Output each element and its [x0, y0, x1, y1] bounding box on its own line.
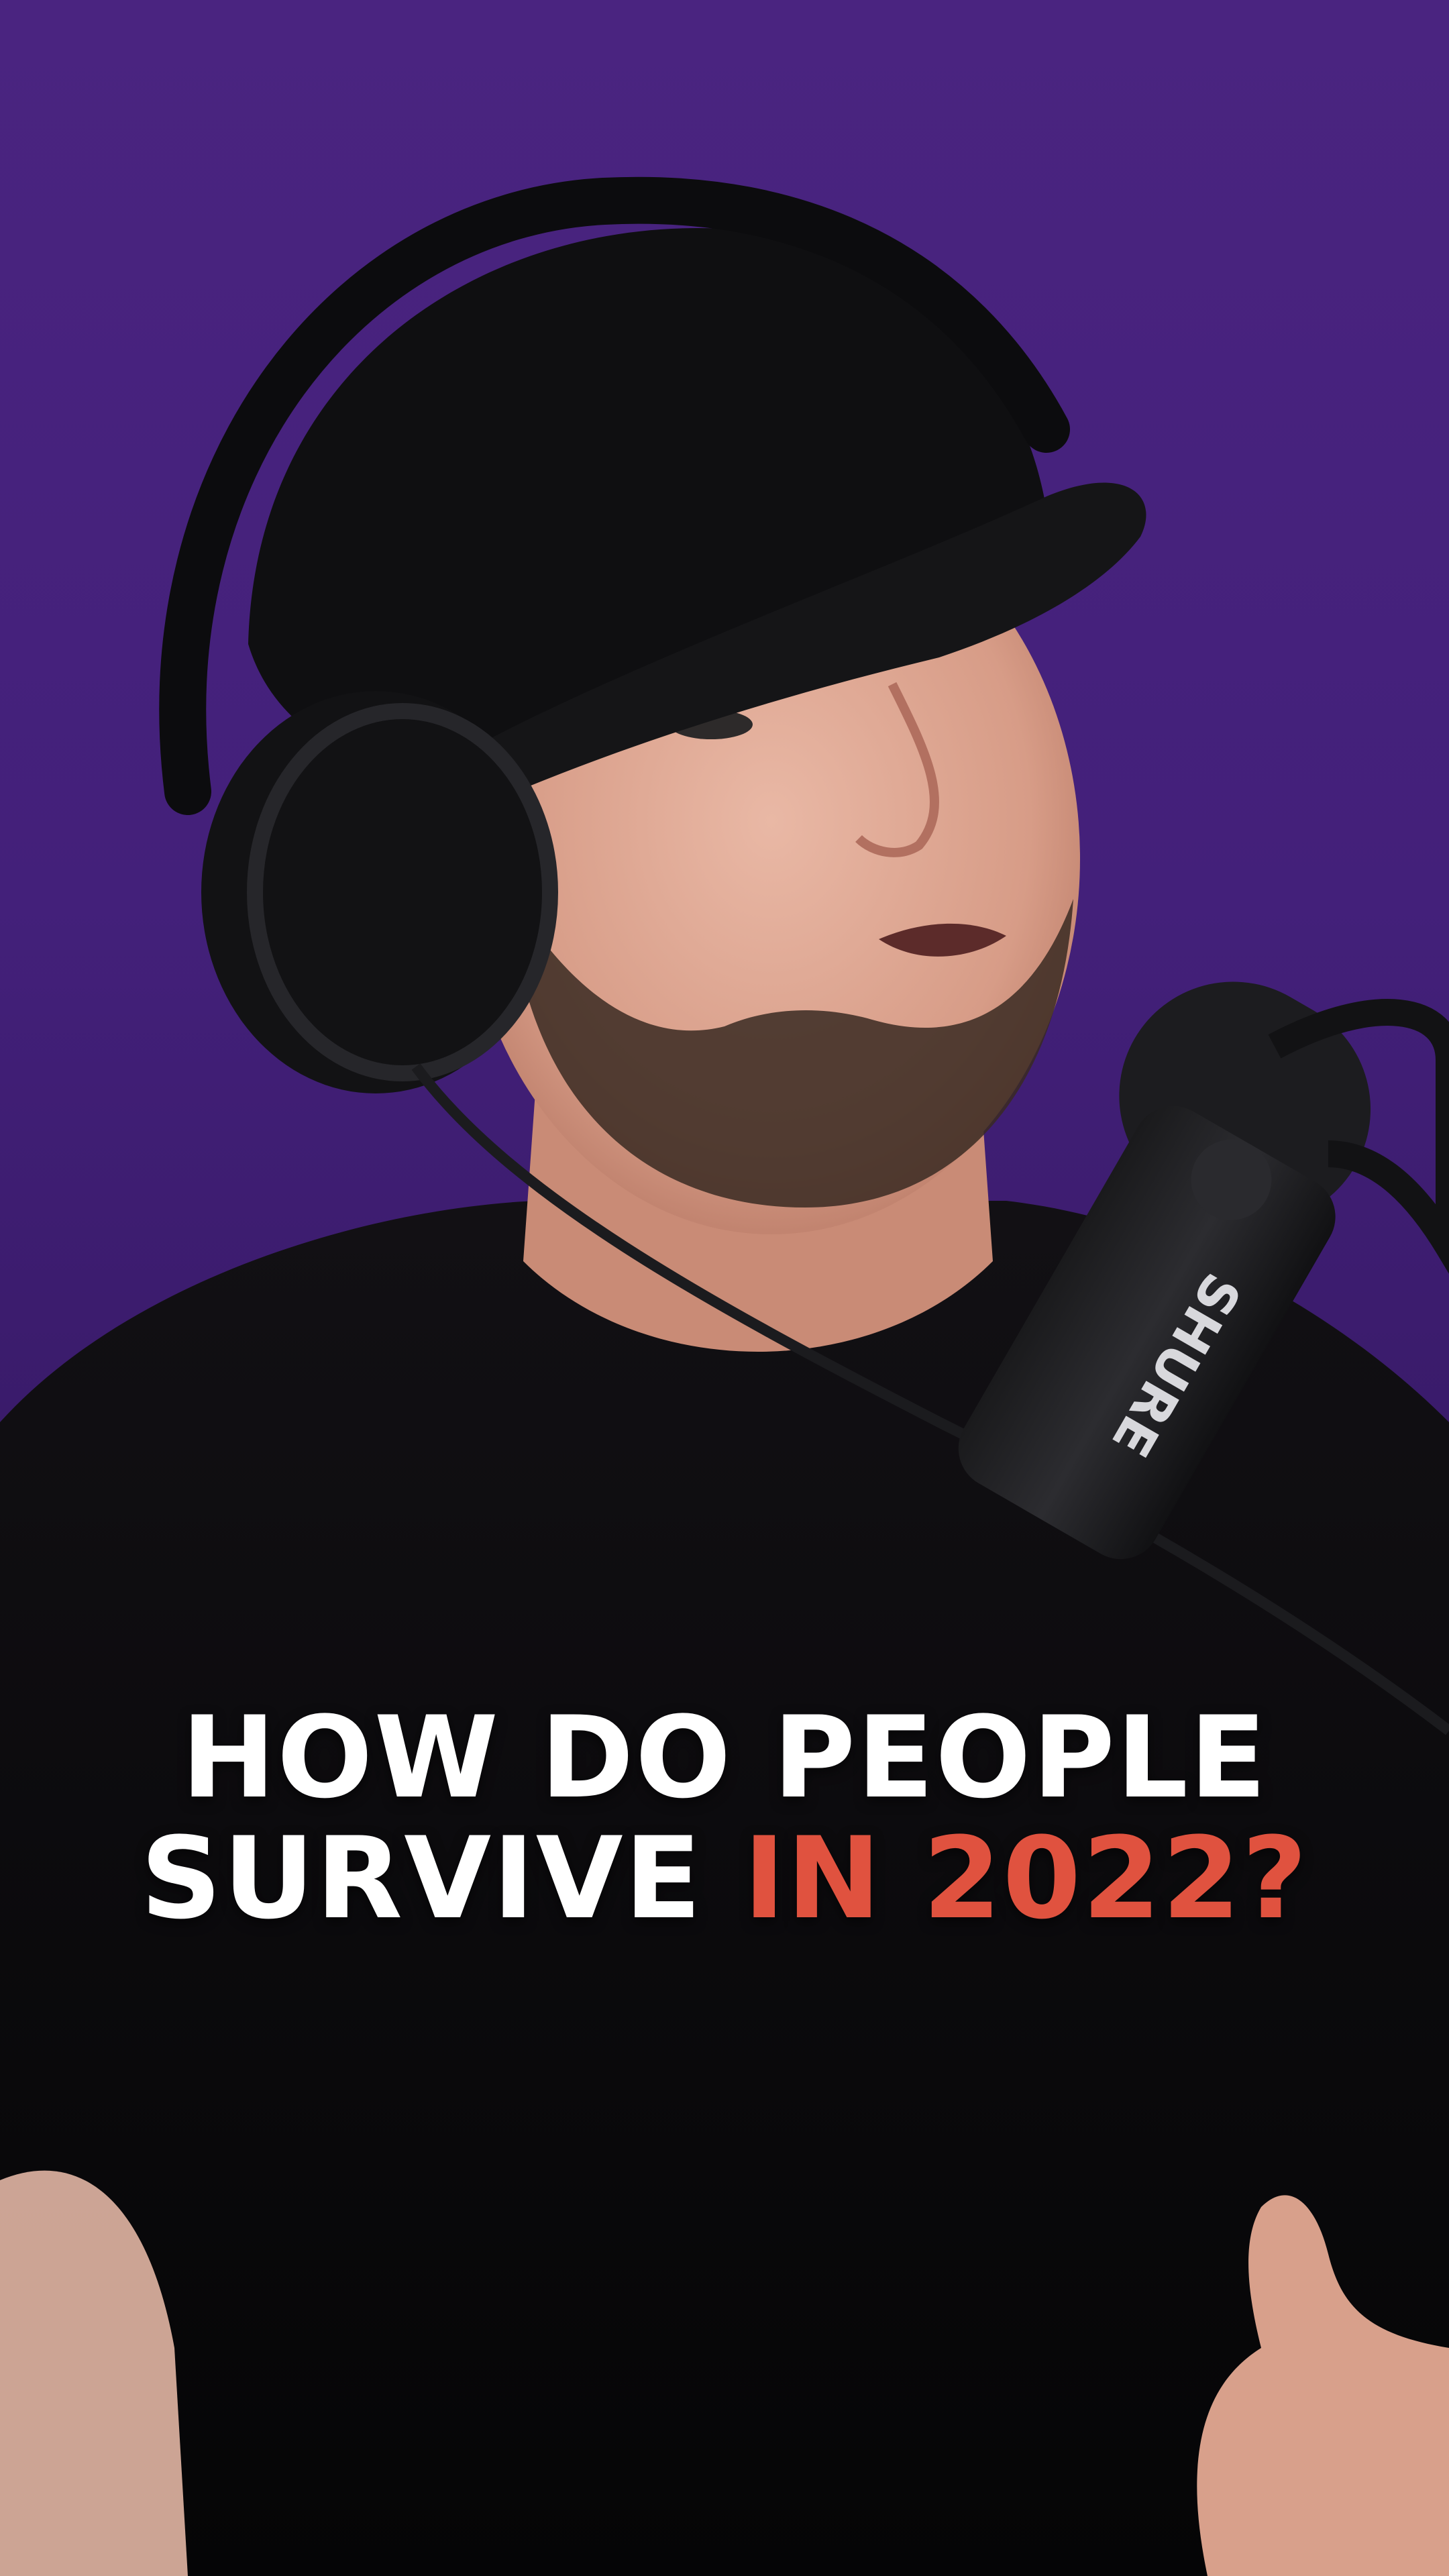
caption-line-2-text: SURVIVE — [140, 1813, 703, 1944]
caption-line-2: SURVIVE IN 2022? — [0, 1818, 1449, 1939]
podcast-scene: SHURE — [0, 176, 1449, 2576]
video-frame: SHURE HOW DO PEOPLE SURVIVE IN 2022? — [0, 0, 1449, 2576]
caption-line-1: HOW DO PEOPLE — [181, 1692, 1268, 1823]
caption-accent-text: IN 2022? — [743, 1813, 1309, 1944]
subtitle-caption: HOW DO PEOPLE SURVIVE IN 2022? — [0, 1697, 1449, 1939]
